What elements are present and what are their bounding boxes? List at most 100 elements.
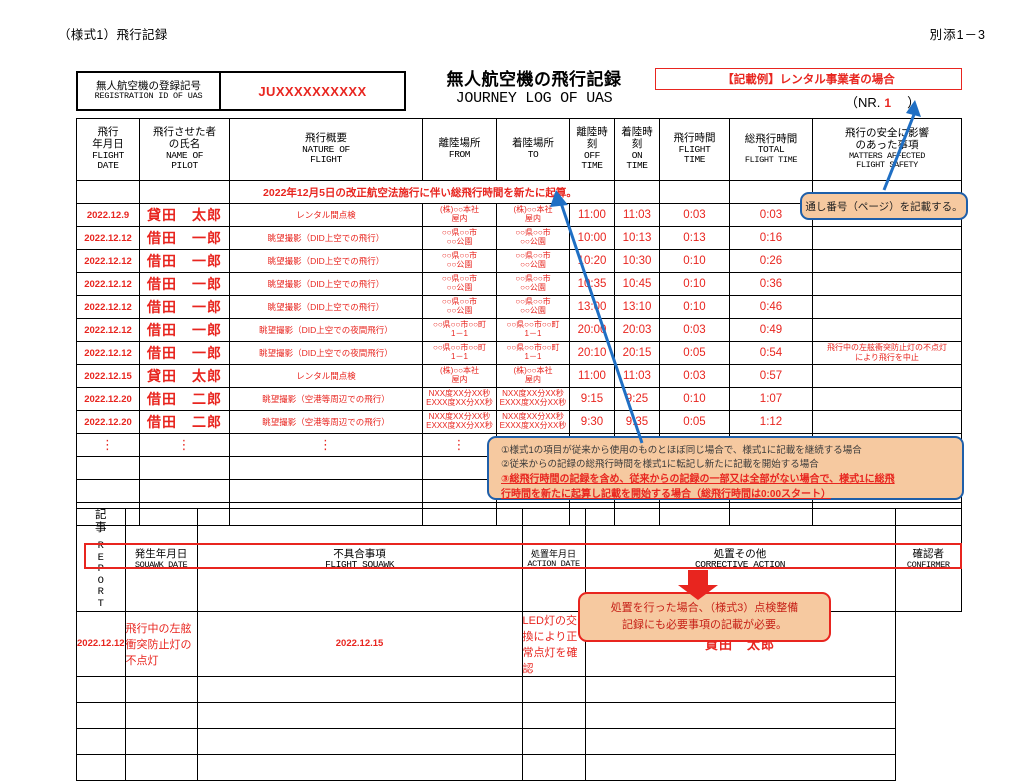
cell-total-time[interactable]: 0:16 xyxy=(729,226,813,250)
empty-cell[interactable] xyxy=(229,479,423,503)
cell-on-time[interactable]: 20:03 xyxy=(614,318,660,342)
empty-cell[interactable] xyxy=(521,727,586,755)
cell-on-time[interactable]: 11:03 xyxy=(614,203,660,227)
cell-safety-matter[interactable] xyxy=(812,387,962,411)
cell-total-time[interactable]: 1:07 xyxy=(729,387,813,411)
cell-total-time[interactable]: 0:57 xyxy=(729,364,813,388)
empty-cell[interactable] xyxy=(76,727,126,755)
empty-cell[interactable] xyxy=(196,727,523,755)
flight-log-row[interactable]: 2022.12.20 借田 二郎 眺望撮影（空港等周辺での飛行） NXX度XX分XX秒… xyxy=(76,410,962,434)
cell-pilot-name[interactable]: 借田 一郎 xyxy=(139,295,230,319)
empty-cell[interactable] xyxy=(584,675,896,703)
cell-pilot-name[interactable]: 借田 一郎 xyxy=(139,249,230,273)
empty-cell[interactable] xyxy=(76,753,126,781)
empty-cell[interactable] xyxy=(76,479,140,503)
cell-to[interactable]: ○○県○○市○○町 1－1 xyxy=(496,318,570,342)
cell-to[interactable]: ○○県○○市 ○○公園 xyxy=(496,295,570,319)
cell-from[interactable]: (株)○○本社 屋内 xyxy=(422,203,497,227)
cell-corrective-action[interactable]: LED灯の交換により正常点灯を確認 xyxy=(521,610,586,677)
registration-id-value[interactable]: JUXXXXXXXXXX xyxy=(221,73,404,109)
empty-cell[interactable] xyxy=(584,727,896,755)
cell-flight-time[interactable]: 0:05 xyxy=(659,410,730,434)
cell-to[interactable]: (株)○○本社 屋内 xyxy=(496,364,570,388)
empty-cell[interactable] xyxy=(521,753,586,781)
cell-flight-time[interactable]: 0:10 xyxy=(659,387,730,411)
cell-total-time[interactable]: 1:12 xyxy=(729,410,813,434)
cell-on-time[interactable]: 9:25 xyxy=(614,387,660,411)
cell-flight-time[interactable]: 0:10 xyxy=(659,295,730,319)
empty-cell[interactable] xyxy=(124,727,198,755)
cell-pilot-name[interactable]: 借田 二郎 xyxy=(139,387,230,411)
cell-on-time[interactable]: 13:10 xyxy=(614,295,660,319)
cell-on-time[interactable]: 10:13 xyxy=(614,226,660,250)
cell-from[interactable]: ○○県○○市 ○○公園 xyxy=(422,295,497,319)
cell-flight-squawk[interactable]: 飛行中の左舷衝突防止灯の不点灯 xyxy=(124,610,198,677)
cell-on-time[interactable]: 9:35 xyxy=(614,410,660,434)
empty-cell[interactable] xyxy=(584,753,896,781)
flight-log-row[interactable]: 2022.12.12 借田 一郎 眺望撮影（DID上空での飛行） ○○県○○市 ○○公園… xyxy=(76,249,962,273)
cell-flight-date[interactable]: 2022.12.12 xyxy=(76,272,140,296)
cell-nature[interactable]: 眺望撮影（空港等周辺での飛行） xyxy=(229,387,423,411)
cell-off-time[interactable]: 10:00 xyxy=(569,226,615,250)
empty-report-row[interactable] xyxy=(76,753,962,781)
empty-cell[interactable] xyxy=(124,701,198,729)
cell-action-date[interactable]: 2022.12.15 xyxy=(196,610,523,677)
cell-off-time[interactable]: 9:30 xyxy=(569,410,615,434)
cell-to[interactable]: NXX度XX分XX秒 EXXX度XX分XX秒 xyxy=(496,387,570,411)
empty-report-row[interactable] xyxy=(76,701,962,729)
empty-cell[interactable] xyxy=(124,675,198,703)
cell-from[interactable]: ○○県○○市 ○○公園 xyxy=(422,226,497,250)
cell-nature[interactable]: レンタル間点検 xyxy=(229,364,423,388)
cell-safety-matter[interactable]: 飛行中の左舷衝突防止灯の不点灯 により飛行を中止 xyxy=(812,341,962,365)
flight-log-row[interactable]: 2022.12.12 借田 一郎 眺望撮影（DID上空での飛行） ○○県○○市 ○○公園… xyxy=(76,295,962,319)
cell-safety-matter[interactable] xyxy=(812,364,962,388)
cell-nature[interactable]: 眺望撮影（DID上空での飛行） xyxy=(229,272,423,296)
empty-cell[interactable] xyxy=(521,675,586,703)
empty-cell[interactable] xyxy=(76,456,140,480)
flight-log-row[interactable]: 2022.12.12 借田 一郎 眺望撮影（DID上空での夜間飛行） ○○県○○市○○… xyxy=(76,341,962,365)
cell-nature[interactable]: 眺望撮影（空港等周辺での飛行） xyxy=(229,410,423,434)
cell-nature[interactable]: 眺望撮影（DID上空での飛行） xyxy=(229,249,423,273)
cell-total-time[interactable]: 0:49 xyxy=(729,318,813,342)
cell-from[interactable]: ○○県○○市○○町 1－1 xyxy=(422,341,497,365)
cell-flight-date[interactable]: 2022.12.12 xyxy=(76,318,140,342)
cell-nature[interactable]: 眺望撮影（DID上空での夜間飛行） xyxy=(229,341,423,365)
cell-nature[interactable]: 眺望撮影（DID上空での飛行） xyxy=(229,295,423,319)
cell-pilot-name[interactable]: 借田 二郎 xyxy=(139,410,230,434)
cell-nature[interactable]: 眺望撮影（DID上空での夜間飛行） xyxy=(229,318,423,342)
cell-from[interactable]: (株)○○本社 屋内 xyxy=(422,364,497,388)
cell-off-time[interactable]: 10:35 xyxy=(569,272,615,296)
empty-cell[interactable] xyxy=(76,701,126,729)
cell-flight-date[interactable]: 2022.12.12 xyxy=(76,341,140,365)
cell-flight-time[interactable]: 0:03 xyxy=(659,364,730,388)
cell-safety-matter[interactable] xyxy=(812,410,962,434)
cell-safety-matter[interactable] xyxy=(812,295,962,319)
cell-on-time[interactable]: 10:30 xyxy=(614,249,660,273)
empty-cell[interactable] xyxy=(76,675,126,703)
empty-cell[interactable] xyxy=(139,456,230,480)
cell-pilot-name[interactable]: 借田 一郎 xyxy=(139,226,230,250)
cell-to[interactable]: (株)○○本社 屋内 xyxy=(496,203,570,227)
cell-off-time[interactable]: 10:20 xyxy=(569,249,615,273)
empty-cell[interactable] xyxy=(196,701,523,729)
flight-log-row[interactable]: 2022.12.12 借田 一郎 眺望撮影（DID上空での飛行） ○○県○○市 ○○公園… xyxy=(76,272,962,296)
cell-to[interactable]: ○○県○○市 ○○公園 xyxy=(496,226,570,250)
cell-from[interactable]: ○○県○○市○○町 1－1 xyxy=(422,318,497,342)
cell-flight-time[interactable]: 0:13 xyxy=(659,226,730,250)
cell-pilot-name[interactable]: 借田 一郎 xyxy=(139,341,230,365)
cell-safety-matter[interactable] xyxy=(812,249,962,273)
cell-safety-matter[interactable] xyxy=(812,272,962,296)
cell-off-time[interactable]: 9:15 xyxy=(569,387,615,411)
cell-on-time[interactable]: 20:15 xyxy=(614,341,660,365)
empty-cell[interactable] xyxy=(229,456,423,480)
cell-from[interactable]: ○○県○○市 ○○公園 xyxy=(422,249,497,273)
cell-total-time[interactable]: 0:54 xyxy=(729,341,813,365)
cell-pilot-name[interactable]: 貸田 太郎 xyxy=(139,364,230,388)
cell-on-time[interactable]: 10:45 xyxy=(614,272,660,296)
cell-flight-date[interactable]: 2022.12.20 xyxy=(76,387,140,411)
cell-off-time[interactable]: 20:00 xyxy=(569,318,615,342)
flight-log-row[interactable]: 2022.12.20 借田 二郎 眺望撮影（空港等周辺での飛行） NXX度XX分XX秒… xyxy=(76,387,962,411)
cell-pilot-name[interactable]: 貸田 太郎 xyxy=(139,203,230,227)
flight-log-row[interactable]: 2022.12.12 借田 一郎 眺望撮影（DID上空での夜間飛行） ○○県○○市○○… xyxy=(76,318,962,342)
empty-report-row[interactable] xyxy=(76,727,962,755)
